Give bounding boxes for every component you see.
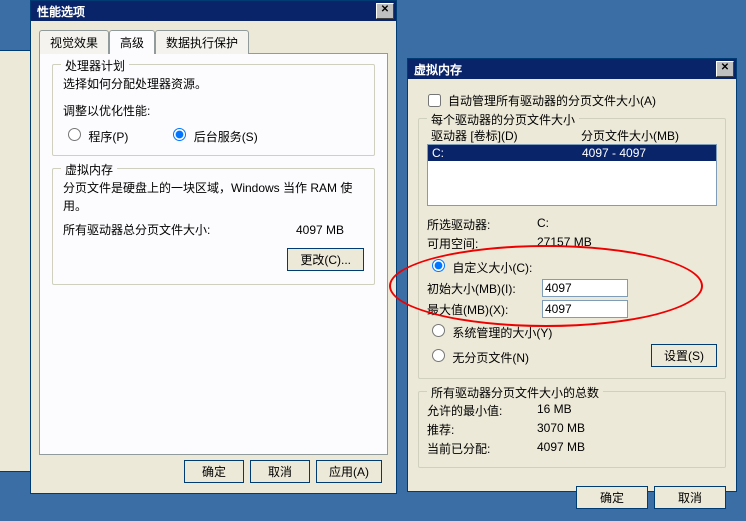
vm-total-value: 4097 MB (296, 223, 344, 237)
processor-scheduling-group: 处理器计划 选择如何分配处理器资源。 调整以优化性能: 程序(P) 后台服务(S… (52, 64, 375, 156)
initial-size-input[interactable] (542, 279, 628, 297)
selected-drive-value: C: (537, 216, 549, 233)
perf-titlebar[interactable]: 性能选项 ✕ (31, 1, 396, 21)
vm-desc: 分页文件是硬盘上的一块区域，Windows 当作 RAM 使用。 (63, 179, 364, 215)
free-space-label: 可用空间: (427, 235, 537, 252)
virtual-memory-dialog: 虚拟内存 ✕ 自动管理所有驱动器的分页文件大小(A) 每个驱动器的分页文件大小 … (407, 58, 737, 492)
min-allowed-label: 允许的最小值: (427, 402, 537, 419)
vm-title: 虚拟内存 (410, 61, 716, 78)
drive-row-selected[interactable]: C: 4097 - 4097 (428, 145, 716, 161)
radio-no-paging-file[interactable]: 无分页文件(N) (427, 346, 529, 366)
col-size-header: 分页文件大小(MB) (581, 127, 713, 144)
col-drive-header: 驱动器 [卷标](D) (431, 127, 581, 144)
processor-desc: 选择如何分配处理器资源。 (63, 75, 364, 92)
drive-list[interactable]: C: 4097 - 4097 (427, 144, 717, 206)
vm-titlebar[interactable]: 虚拟内存 ✕ (408, 59, 736, 79)
selected-drive-label: 所选驱动器: (427, 216, 537, 233)
recommended-label: 推荐: (427, 421, 537, 438)
tab-dep[interactable]: 数据执行保护 (155, 30, 249, 54)
max-size-input[interactable] (542, 300, 628, 318)
change-button[interactable]: 更改(C)... (287, 248, 364, 271)
cancel-button[interactable]: 取消 (654, 486, 726, 509)
totals-group: 所有驱动器分页文件大小的总数 允许的最小值:16 MB 推荐:3070 MB 当… (418, 391, 726, 468)
group-legend: 处理器计划 (61, 57, 129, 74)
cancel-button[interactable]: 取消 (250, 460, 310, 483)
currently-allocated-label: 当前已分配: (427, 440, 537, 457)
currently-allocated-value: 4097 MB (537, 440, 585, 457)
set-button[interactable]: 设置(S) (651, 344, 717, 367)
virtual-memory-group: 虚拟内存 分页文件是硬盘上的一块区域，Windows 当作 RAM 使用。 所有… (52, 168, 375, 285)
radio-background-services[interactable]: 后台服务(S) (168, 125, 257, 145)
group-legend: 所有驱动器分页文件大小的总数 (427, 384, 603, 401)
adjust-label: 调整以优化性能: (63, 102, 364, 119)
vm-total-label: 所有驱动器总分页文件大小: (63, 221, 210, 238)
tab-advanced[interactable]: 高级 (109, 30, 155, 54)
group-legend: 虚拟内存 (61, 161, 117, 178)
group-legend: 每个驱动器的分页文件大小 (427, 111, 579, 128)
apply-button[interactable]: 应用(A) (316, 460, 382, 483)
ok-button[interactable]: 确定 (576, 486, 648, 509)
radio-programs[interactable]: 程序(P) (63, 125, 128, 145)
tab-visual-effects[interactable]: 视觉效果 (39, 30, 109, 54)
radio-custom-size[interactable]: 自定义大小(C): (427, 261, 532, 275)
perf-title: 性能选项 (33, 3, 376, 20)
auto-manage-checkbox[interactable] (428, 94, 441, 107)
radio-system-managed[interactable]: 系统管理的大小(Y) (427, 326, 552, 340)
initial-size-label: 初始大小(MB)(I): (427, 280, 542, 297)
close-icon[interactable]: ✕ (716, 61, 734, 77)
recommended-value: 3070 MB (537, 421, 585, 438)
min-allowed-value: 16 MB (537, 402, 572, 419)
close-icon[interactable]: ✕ (376, 3, 394, 19)
max-size-label: 最大值(MB)(X): (427, 301, 542, 318)
free-space-value: 27157 MB (537, 235, 592, 252)
ok-button[interactable]: 确定 (184, 460, 244, 483)
auto-manage-label: 自动管理所有驱动器的分页文件大小(A) (448, 92, 656, 109)
per-drive-group: 每个驱动器的分页文件大小 驱动器 [卷标](D) 分页文件大小(MB) C: 4… (418, 118, 726, 379)
perf-options-window: 性能选项 ✕ 视觉效果 高级 数据执行保护 处理器计划 选择如何分配处理器资源。… (30, 0, 397, 494)
